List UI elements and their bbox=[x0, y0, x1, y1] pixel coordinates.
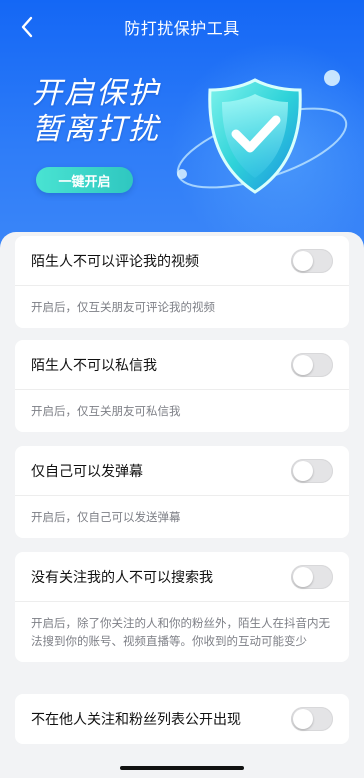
setting-card-search: 没有关注我的人不可以搜索我 开启后，除了你关注的人和你的粉丝外，陌生人在抖音内无… bbox=[15, 552, 349, 662]
toggle-knob bbox=[293, 709, 313, 729]
setting-desc: 开启后，仅自己可以发送弹幕 bbox=[31, 510, 181, 524]
setting-row: 陌生人不可以私信我 bbox=[15, 340, 349, 390]
setting-title: 陌生人不可以评论我的视频 bbox=[31, 253, 199, 270]
setting-row: 仅自己可以发弹幕 bbox=[15, 446, 349, 496]
back-button[interactable] bbox=[14, 14, 40, 40]
toggle-knob bbox=[293, 460, 313, 481]
danmaku-toggle[interactable] bbox=[291, 458, 333, 483]
search-toggle[interactable] bbox=[291, 564, 333, 589]
shield-check-icon bbox=[176, 70, 348, 194]
home-indicator bbox=[120, 766, 244, 770]
toggle-knob bbox=[293, 354, 313, 375]
messages-toggle[interactable] bbox=[291, 352, 333, 377]
slogan-line-2: 暂离打扰 bbox=[32, 112, 160, 147]
hero-banner: 防打扰保护工具 开启保护 暂离打扰 一键开启 bbox=[0, 0, 364, 252]
setting-desc: 开启后，除了你关注的人和你的粉丝外，陌生人在抖音内无法搜到你的账号、视频直播等。… bbox=[31, 616, 330, 648]
follow-list-toggle[interactable] bbox=[291, 707, 333, 731]
setting-title: 没有关注我的人不可以搜索我 bbox=[31, 569, 213, 586]
comments-toggle[interactable] bbox=[291, 248, 333, 273]
page-title: 防打扰保护工具 bbox=[124, 19, 240, 38]
hero-slogan: 开启保护 暂离打扰 bbox=[32, 76, 160, 148]
setting-card-comments: 陌生人不可以评论我的视频 开启后，仅互关朋友可评论我的视频 bbox=[15, 236, 349, 328]
toggle-knob bbox=[293, 566, 313, 587]
setting-row: 陌生人不可以评论我的视频 bbox=[15, 236, 349, 286]
setting-title: 仅自己可以发弹幕 bbox=[31, 463, 143, 480]
toggle-knob bbox=[293, 250, 313, 271]
slogan-line-1: 开启保护 bbox=[32, 76, 160, 111]
setting-desc: 开启后，仅互关朋友可评论我的视频 bbox=[31, 300, 215, 314]
setting-title: 陌生人不可以私信我 bbox=[31, 357, 157, 374]
setting-card-danmaku: 仅自己可以发弹幕 开启后，仅自己可以发送弹幕 bbox=[15, 446, 349, 538]
nav-bar: 防打扰保护工具 bbox=[0, 0, 364, 54]
setting-row: 不在他人关注和粉丝列表公开出现 bbox=[15, 694, 349, 744]
chevron-left-icon bbox=[21, 16, 33, 38]
setting-desc: 开启后，仅互关朋友可私信我 bbox=[31, 404, 181, 418]
setting-card-follow-list: 不在他人关注和粉丝列表公开出现 bbox=[15, 694, 349, 744]
settings-list: 陌生人不可以评论我的视频 开启后，仅互关朋友可评论我的视频 陌生人不可以私信我 … bbox=[0, 232, 364, 778]
setting-card-messages: 陌生人不可以私信我 开启后，仅互关朋友可私信我 bbox=[15, 340, 349, 432]
setting-row: 没有关注我的人不可以搜索我 bbox=[15, 552, 349, 602]
one-key-enable-button[interactable]: 一键开启 bbox=[36, 167, 133, 193]
setting-title: 不在他人关注和粉丝列表公开出现 bbox=[31, 712, 241, 728]
